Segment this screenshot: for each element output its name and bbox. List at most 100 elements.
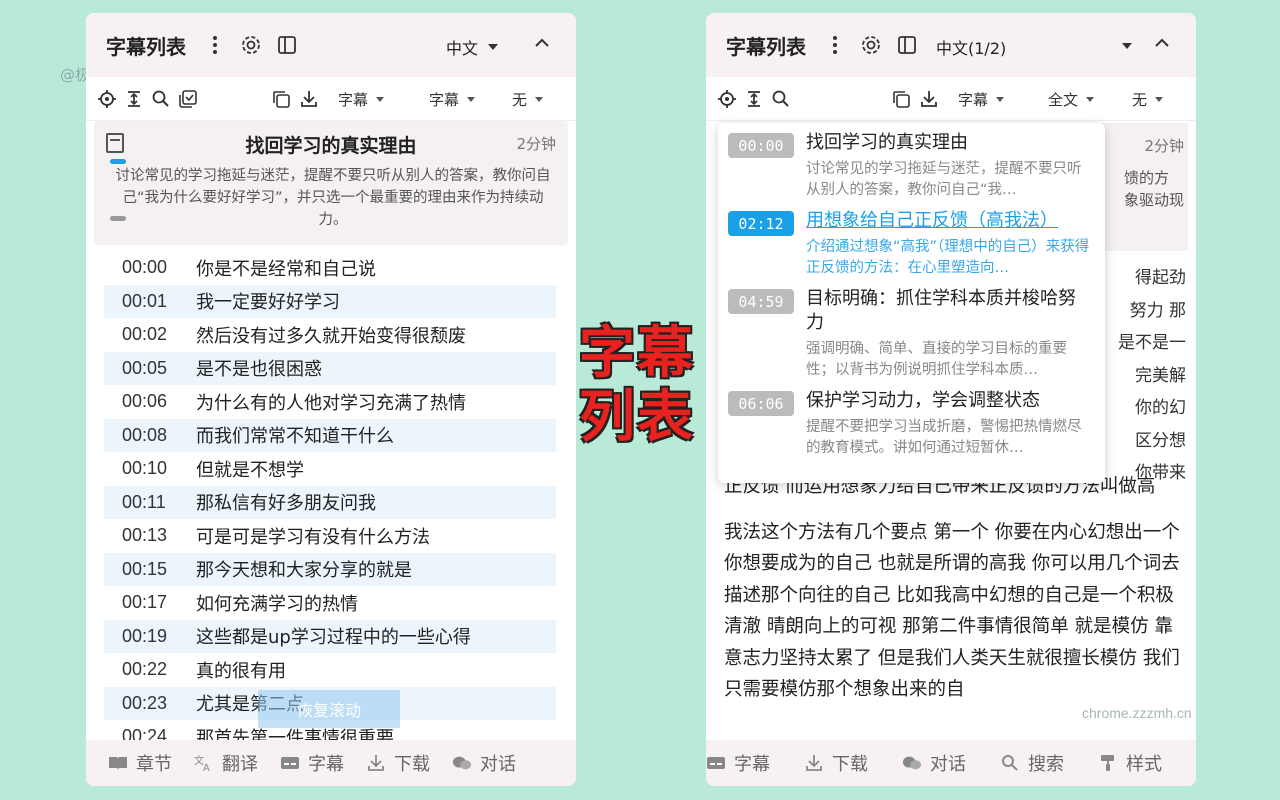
subtitle-time[interactable]: 00:10 xyxy=(104,458,196,479)
scroll-to-current-icon[interactable] xyxy=(123,88,145,110)
copy-icon[interactable] xyxy=(890,88,912,110)
subtitle-time[interactable]: 00:11 xyxy=(104,492,196,513)
subtitle-time[interactable]: 00:23 xyxy=(104,693,196,714)
chapter-popup-title[interactable]: 用想象给自己正反馈（高我法） xyxy=(806,209,1093,233)
subtitle-row[interactable]: 00:08 而我们常常不知道干什么 xyxy=(104,418,556,452)
caret-down-icon xyxy=(467,97,476,102)
chapter-popup-item[interactable]: 00:00 找回学习的真实理由 讨论常见的学习拖延与迷茫，提醒不要只听从别人的答案，… xyxy=(728,131,1093,201)
translate-dropdown[interactable]: 无 xyxy=(1132,89,1164,110)
subtitle-time[interactable]: 00:06 xyxy=(104,391,196,412)
download-icon[interactable] xyxy=(918,88,940,110)
feature-label-line: 列表 xyxy=(579,385,695,450)
nav-download[interactable]: 下载 xyxy=(804,750,868,776)
subtitle-mode-dropdown[interactable]: 全文 xyxy=(1048,89,1095,110)
subtitle-text: 那今天想和大家分享的就是 xyxy=(196,560,412,582)
subtitle-source-dropdown[interactable]: 字幕 xyxy=(958,89,1005,110)
nav-search[interactable]: 搜索 xyxy=(1000,750,1064,776)
nav-style[interactable]: 样式 xyxy=(1098,750,1162,776)
subtitle-row[interactable]: 00:17 如何充满学习的热情 xyxy=(104,586,556,620)
chapter-popup-title[interactable]: 保护学习动力，学会调整状态 xyxy=(806,389,1093,413)
subtitle-time[interactable]: 00:15 xyxy=(104,559,196,580)
subtitle-text: 这些都是up学习过程中的一些心得 xyxy=(196,627,471,649)
gear-icon[interactable] xyxy=(240,34,262,56)
subtitle-time[interactable]: 00:05 xyxy=(104,358,196,379)
caret-down-icon xyxy=(535,97,544,102)
subtitle-icon xyxy=(706,754,726,772)
dropdown-value: 无 xyxy=(512,91,528,109)
subtitle-icon xyxy=(280,754,300,772)
subtitle-row[interactable]: 00:05 是不是也很困惑 xyxy=(104,351,556,385)
locate-icon[interactable] xyxy=(716,88,738,110)
subtitle-time[interactable]: 00:19 xyxy=(104,626,196,647)
subtitle-time[interactable]: 00:02 xyxy=(104,324,196,345)
sidebar-layout-icon[interactable] xyxy=(896,34,918,56)
subtitle-row[interactable]: 00:22 真的很有用 xyxy=(104,653,556,687)
chapter-popup-title[interactable]: 找回学习的真实理由 xyxy=(806,131,1093,155)
chapter-popup-item[interactable]: 06:06 保护学习动力，学会调整状态 提醒不要把学习当成折磨，警惕把热情燃尽的教育… xyxy=(728,389,1093,459)
subtitle-row[interactable]: 00:10 但就是不想学 xyxy=(104,452,556,486)
multi-select-icon[interactable] xyxy=(177,88,199,110)
subtitle-text: 那私信有好多朋友问我 xyxy=(196,493,376,515)
subtitle-row[interactable]: 00:02 然后没有过多久就开始变得很颓废 xyxy=(104,318,556,352)
chapter-time-badge[interactable]: 00:00 xyxy=(728,133,794,158)
subtitle-time[interactable]: 00:17 xyxy=(104,592,196,613)
chapter-time-badge[interactable]: 06:06 xyxy=(728,391,794,416)
subtitle-text: 为什么有的人他对学习充满了热情 xyxy=(196,392,466,414)
subtitle-row[interactable]: 00:06 为什么有的人他对学习充满了热情 xyxy=(104,385,556,419)
more-vertical-icon[interactable] xyxy=(204,34,226,56)
nav-chat[interactable]: 对话 xyxy=(902,750,966,776)
chapter-popup-item[interactable]: 02:12 用想象给自己正反馈（高我法） 介绍通过想象“高我”（理想中的自己）来获得… xyxy=(728,209,1093,279)
nav-subtitle[interactable]: 字幕 xyxy=(706,750,770,776)
sidebar-layout-icon[interactable] xyxy=(276,34,298,56)
chapter-popup-item[interactable]: 04:59 目标明确：抓住学科本质并梭哈努力 强调明确、简单、直接的学习目标的重要性… xyxy=(728,287,1093,381)
chevron-up-icon[interactable] xyxy=(532,33,552,53)
download-icon[interactable] xyxy=(298,88,320,110)
subtitle-row[interactable]: 00:11 那私信有好多朋友问我 xyxy=(104,485,556,519)
chevron-up-icon[interactable] xyxy=(1152,33,1172,53)
locate-icon[interactable] xyxy=(96,88,118,110)
chapter-time-badge[interactable]: 04:59 xyxy=(728,289,794,314)
chevron-down-icon[interactable] xyxy=(1122,43,1132,49)
bottom-nav: 字幕 下载 对话 搜索 样式 xyxy=(706,740,1196,786)
chapter-card[interactable]: 找回学习的真实理由 2分钟 讨论常见的学习拖延与迷茫，提醒不要只听从别人的答案，… xyxy=(94,121,568,245)
subtitle-text: 然后没有过多久就开始变得很颓废 xyxy=(196,325,466,347)
subtitle-panel-left: 字幕列表 中文 字幕 字幕 无 找回学习的真实理由 2分钟 讨论常见的学习拖延与… xyxy=(86,13,576,786)
subtitle-text: 真的很有用 xyxy=(196,660,286,682)
chapter-time-badge[interactable]: 02:12 xyxy=(728,211,794,236)
nav-download[interactable]: 下载 xyxy=(366,750,430,776)
nav-chapter[interactable]: 章节 xyxy=(108,750,172,776)
chapter-popup: 00:00 找回学习的真实理由 讨论常见的学习拖延与迷茫，提醒不要只听从别人的答案，… xyxy=(718,123,1105,483)
nav-subtitle[interactable]: 字幕 xyxy=(280,750,344,776)
download-icon xyxy=(804,754,824,772)
subtitle-time[interactable]: 00:13 xyxy=(104,525,196,546)
subtitle-row[interactable]: 00:00 你是不是经常和自己说 xyxy=(104,251,556,285)
nav-label: 章节 xyxy=(136,754,172,775)
subtitle-row[interactable]: 00:15 那今天想和大家分享的就是 xyxy=(104,552,556,586)
subtitle-row[interactable]: 00:19 这些都是up学习过程中的一些心得 xyxy=(104,619,556,653)
nav-chat[interactable]: 对话 xyxy=(452,750,516,776)
nav-translate[interactable]: 文 A 翻译 xyxy=(194,750,258,776)
subtitle-time[interactable]: 00:00 xyxy=(104,257,196,278)
subtitle-row[interactable]: 00:13 可是可是学习有没有什么方法 xyxy=(104,519,556,553)
subtitle-row[interactable]: 00:01 我一定要好好学习 xyxy=(104,284,556,318)
search-icon[interactable] xyxy=(150,88,172,110)
copy-icon[interactable] xyxy=(270,88,292,110)
subtitle-mode-dropdown[interactable]: 字幕 xyxy=(429,89,476,110)
subtitle-time[interactable]: 00:22 xyxy=(104,659,196,680)
subtitle-time[interactable]: 00:01 xyxy=(104,291,196,312)
restore-scroll-button[interactable]: 恢复滚动 xyxy=(258,690,400,728)
language-select[interactable]: 中文 xyxy=(446,35,499,59)
translate-dropdown[interactable]: 无 xyxy=(512,89,544,110)
scroll-to-current-icon[interactable] xyxy=(743,88,765,110)
subtitle-source-dropdown[interactable]: 字幕 xyxy=(338,89,385,110)
search-icon[interactable] xyxy=(770,88,792,110)
chapter-popup-title[interactable]: 目标明确：抓住学科本质并梭哈努力 xyxy=(806,287,1093,335)
language-select[interactable]: 中文(1/2) xyxy=(936,35,1006,59)
gear-icon[interactable] xyxy=(860,34,882,56)
transcript-peek-line: 完美解 xyxy=(1135,365,1186,386)
subtitle-text: 你是不是经常和自己说 xyxy=(196,258,376,280)
subtitle-time[interactable]: 00:08 xyxy=(104,425,196,446)
transcript-peek-line: 区分想 xyxy=(1135,430,1186,451)
chapter-desc-peek: 馈的方 象驱动现 xyxy=(1124,167,1184,211)
more-vertical-icon[interactable] xyxy=(824,34,846,56)
